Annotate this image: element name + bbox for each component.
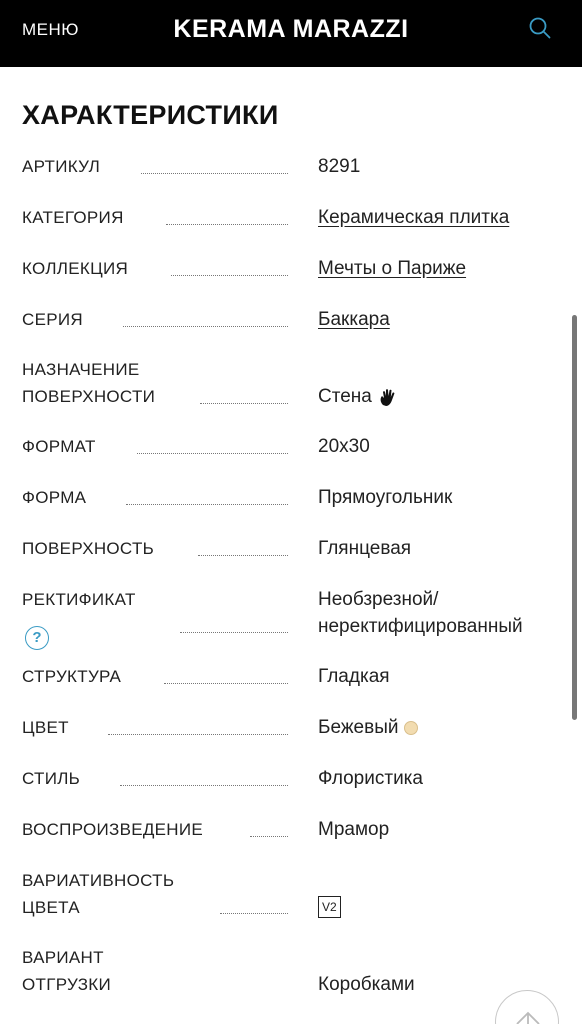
spec-value: Прямоугольник (318, 487, 453, 508)
category-link[interactable]: Керамическая плитка (318, 207, 509, 228)
spec-label: КОЛЛЕКЦИЯ (22, 259, 129, 278)
collection-link[interactable]: Мечты о Париже (318, 258, 466, 279)
search-icon[interactable] (528, 16, 552, 40)
spec-value: Мрамор (318, 819, 390, 840)
spec-label: РЕКТИФИКАТ (22, 590, 136, 609)
dotted-leader (164, 683, 288, 684)
dotted-leader (123, 326, 288, 327)
spec-value: 20x30 (318, 436, 370, 457)
dotted-leader (108, 734, 288, 735)
dotted-leader (126, 504, 288, 505)
spec-label-line2: ОТГРУЗКИ (22, 975, 111, 994)
spec-label: ФОРМА (22, 488, 87, 507)
spec-label: ПОВЕРХНОСТЬ (22, 539, 155, 558)
spec-label: КАТЕГОРИЯ (22, 208, 124, 227)
color-swatch (404, 720, 419, 735)
dotted-leader (200, 403, 288, 404)
variation-badge: V2 (318, 896, 341, 918)
spec-label-line1: ВАРИАТИВНОСТЬ (22, 871, 175, 890)
spec-label: СТРУКТУРА (22, 667, 122, 686)
dotted-leader (141, 173, 288, 174)
dotted-leader (120, 785, 288, 786)
spec-label: АРТИКУЛ (22, 157, 101, 176)
spec-value: Коробками (318, 974, 415, 995)
top-bar: МЕНЮ KERAMA MARAZZI (0, 0, 582, 67)
spec-label: СТИЛЬ (22, 769, 81, 788)
help-icon[interactable]: ? (25, 626, 49, 650)
dotted-leader (220, 913, 288, 914)
hand-icon (378, 387, 398, 407)
dotted-leader (180, 632, 288, 633)
spec-value-line1: Необзрезной/ (318, 589, 439, 610)
spec-value: Глянцевая (318, 538, 412, 559)
series-link[interactable]: Баккара (318, 309, 390, 330)
spec-label-line1: НАЗНАЧЕНИЕ (22, 360, 140, 379)
spec-label-line1: ВАРИАНТ (22, 948, 104, 967)
spec-label-line2: ЦВЕТА (22, 898, 80, 917)
section-title: ХАРАКТЕРИСТИКИ (22, 100, 279, 130)
spec-value: Флористика (318, 768, 423, 789)
dotted-leader (250, 836, 288, 837)
scroll-top-button[interactable] (495, 990, 559, 1024)
dotted-leader (198, 555, 288, 556)
spec-value: Стена (318, 386, 372, 407)
dotted-leader (171, 275, 288, 276)
spec-value: Гладкая (318, 666, 390, 687)
spec-label: ВОСПРОИЗВЕДЕНИЕ (22, 820, 204, 839)
spec-value: Бежевый (318, 717, 399, 738)
spec-label: ФОРМАТ (22, 437, 96, 456)
scrollbar-thumb[interactable] (572, 315, 577, 720)
brand-logo[interactable]: KERAMA MARAZZI (0, 15, 582, 44)
spec-label-line2: ПОВЕРХНОСТИ (22, 387, 156, 406)
dotted-leader (137, 453, 288, 454)
spec-label: ЦВЕТ (22, 718, 69, 737)
arrow-up-icon (516, 1011, 540, 1024)
spec-label: СЕРИЯ (22, 310, 83, 329)
spec-value: 8291 (318, 156, 361, 177)
spec-value-line2: неректифицированный (318, 616, 523, 637)
dotted-leader (166, 224, 288, 225)
